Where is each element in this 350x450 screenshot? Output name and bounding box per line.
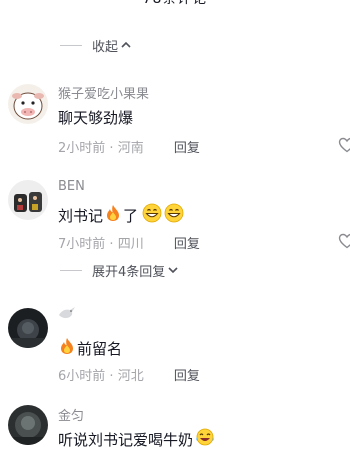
meta-separator: · <box>109 369 118 384</box>
laughing-tears-emoji <box>195 428 215 450</box>
avatar[interactable] <box>8 180 48 220</box>
expand-label: 展开4条回复 <box>92 265 166 280</box>
fire-emoji <box>104 204 122 226</box>
comment-text: 聊天够劲爆 <box>58 109 134 127</box>
page-title: 78条评论 <box>0 0 350 8</box>
comment-time: 2小时前 <box>58 141 106 156</box>
collapse-replies-button[interactable]: 收起 <box>60 34 131 56</box>
heart-icon[interactable] <box>338 232 350 250</box>
avatar[interactable] <box>8 308 48 348</box>
avatar[interactable] <box>8 84 48 124</box>
meta-separator: · <box>109 237 118 252</box>
comment-time: 6小时前 <box>58 369 106 384</box>
comment-text: 前留名 <box>77 339 123 358</box>
grinning-emoji <box>142 203 162 227</box>
comment-username[interactable]: 猴子爱吃小果果 <box>58 83 149 102</box>
heart-icon[interactable] <box>338 136 350 154</box>
comment-username[interactable]: BEN <box>58 179 85 194</box>
comment-location: 四川 <box>117 237 144 252</box>
expand-replies-button[interactable]: 展开4条回复 <box>60 261 178 280</box>
comment-text: 听说刘书记爱喝牛奶 <box>58 430 194 449</box>
divider-line <box>60 44 82 46</box>
comment-meta: 6小时前 · 河北 回复 <box>58 365 200 384</box>
meta-separator: · <box>109 141 118 156</box>
comment-username[interactable]: 金匀 <box>58 405 84 424</box>
chevron-down-icon <box>168 264 178 277</box>
grinning-emoji <box>164 203 184 227</box>
comment-location: 河南 <box>117 141 144 156</box>
reply-button[interactable]: 回复 <box>174 141 200 156</box>
reply-button[interactable]: 回复 <box>174 369 200 384</box>
avatar[interactable] <box>8 405 48 445</box>
reply-button[interactable]: 回复 <box>174 237 200 252</box>
comment-text-row: 听说刘书记爱喝牛奶 <box>58 428 216 450</box>
comment-text-suffix: 了 <box>123 206 139 225</box>
divider-line <box>60 270 82 271</box>
comment-meta: 2小时前 · 河南 回复 <box>58 137 200 156</box>
chevron-up-icon <box>121 39 131 52</box>
comment-time: 7小时前 <box>58 237 106 252</box>
comment-text: 刘书记 <box>58 206 104 225</box>
collapse-label: 收起 <box>92 39 119 55</box>
comment-location: 河北 <box>117 369 144 384</box>
comment-username-icon[interactable] <box>58 306 76 324</box>
comment-text-row: 前留名 <box>58 337 122 359</box>
comment-meta: 7小时前 · 四川 回复 <box>58 233 200 252</box>
comment-text-row: 刘书记 了 <box>58 203 185 227</box>
fire-emoji <box>58 337 76 359</box>
